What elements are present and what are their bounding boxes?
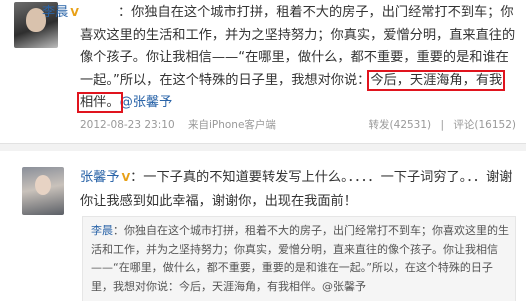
highlighted-text: 相伴。	[77, 92, 123, 113]
post-text: 张馨予 V：一下子真的不知道要转发写上什么。．．．．一下子词穷了。．．谢谢你让我感…	[80, 170, 513, 209]
post-meta: 2012-08-23 23:10 来自iPhone客户端 转发(42531) |…	[80, 117, 520, 132]
author-avatar[interactable]	[22, 167, 64, 215]
repost-button[interactable]: 转发(42531)	[369, 119, 432, 131]
timestamp[interactable]: 2012-08-23 23:10	[80, 119, 175, 131]
author-name[interactable]: 李晨 V	[42, 2, 79, 25]
weibo-post-original: 李晨 V ：你独自在这个城市打拼，租着不大的房子，出门经常打不到车；你喜欢这里的生活…	[0, 0, 526, 146]
weibo-post-repost: 张馨予 V：一下子真的不知道要转发写上什么。．．．．一下子词穷了。．．谢谢你让我感…	[0, 151, 526, 301]
post-text: 李晨 V ：你独自在这个城市打拼，租着不大的房子，出门经常打不到车；你喜欢这里的生活…	[42, 2, 516, 115]
verified-badge-icon: V	[70, 6, 79, 19]
quoted-post: 李晨：你独自在这个城市打拼，租着不大的房子，出门经常打不到车；你喜欢这里的生活和…	[82, 216, 516, 301]
source-label[interactable]: 来自iPhone客户端	[188, 119, 276, 131]
mention-link[interactable]: @张馨予	[120, 95, 173, 110]
comment-button[interactable]: 评论(16152)	[453, 119, 516, 131]
divider: |	[440, 119, 445, 131]
author-name[interactable]: 张馨予	[80, 170, 120, 185]
verified-badge-icon: V	[121, 171, 131, 184]
highlighted-text: 今后，天涯海角，有我	[367, 69, 506, 91]
quoted-text: 李晨：你独自在这个城市打拼，租着不大的房子，出门经常打不到车；你喜欢这里的生活和…	[91, 224, 509, 293]
quoted-author-name[interactable]: 李晨	[91, 224, 113, 237]
